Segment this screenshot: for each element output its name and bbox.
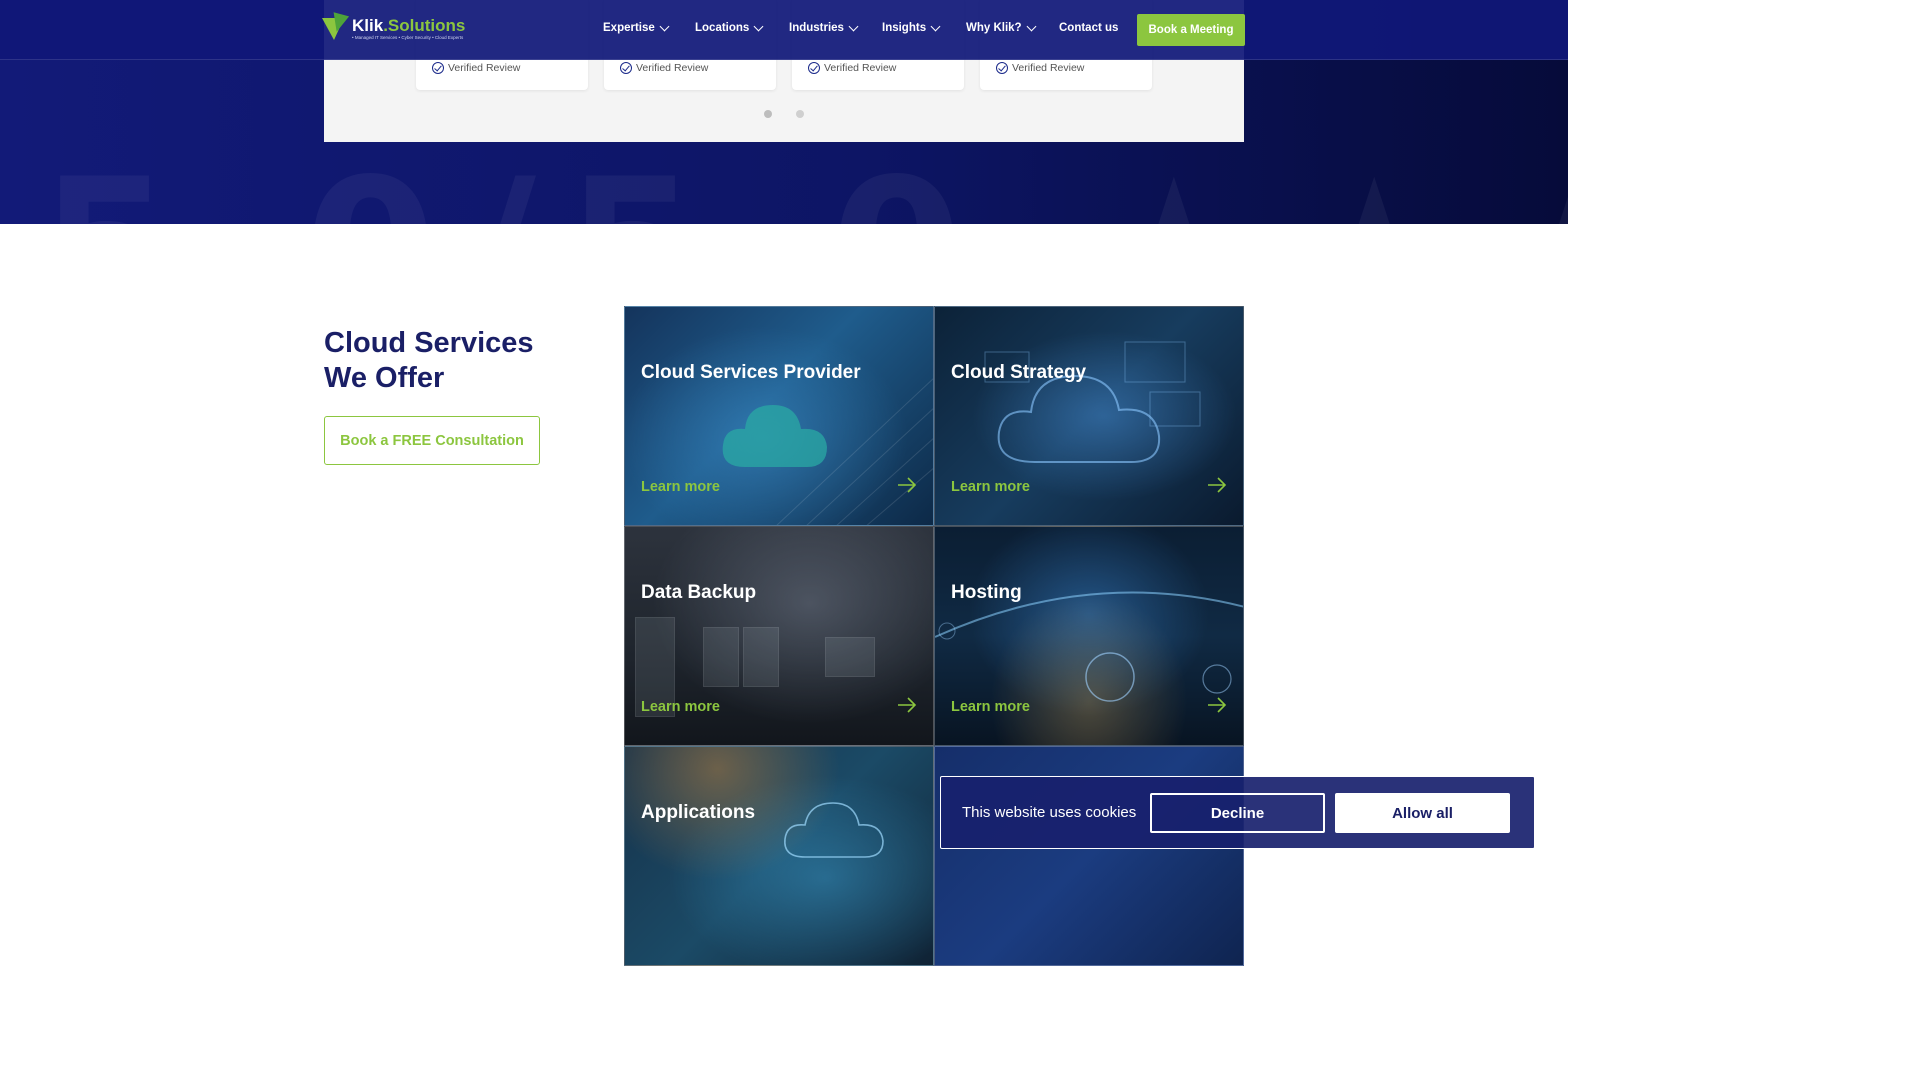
- nav-item-why-klik[interactable]: Why Klik?: [966, 21, 1037, 34]
- service-tile-hosting[interactable]: Hosting Learn more: [934, 526, 1244, 746]
- nav-label: Expertise: [603, 22, 655, 34]
- verified-label: Verified Review: [448, 62, 521, 74]
- arrow-right-icon: [898, 697, 917, 713]
- logo-tagline: • Managed IT Services • Cyber Security •…: [352, 34, 464, 40]
- server-rack-graphic: [743, 627, 779, 687]
- nav-item-expertise[interactable]: Expertise: [603, 21, 670, 34]
- arrow-right-icon: [1208, 697, 1227, 713]
- verified-badge: Verified Review: [432, 62, 520, 74]
- chevron-down-icon: [659, 21, 670, 31]
- chevron-down-icon: [1026, 21, 1037, 31]
- learn-more-link[interactable]: Learn more: [641, 479, 720, 495]
- tile-title: Hosting: [951, 582, 1022, 603]
- section-title-line-1: Cloud Services: [324, 327, 534, 359]
- site-header: Klik.Solutions • Managed IT Services • C…: [0, 0, 1568, 60]
- nav-item-industries[interactable]: Industries: [789, 21, 859, 34]
- nav-item-contact[interactable]: Contact us: [1059, 22, 1118, 34]
- cloud-icon: [784, 802, 884, 858]
- verified-badge: Verified Review: [620, 62, 708, 74]
- learn-more-link[interactable]: Learn more: [641, 699, 720, 715]
- service-tile-data-backup[interactable]: Data Backup Learn more: [624, 526, 934, 746]
- chevron-down-icon: [930, 21, 941, 31]
- nav-label: Industries: [789, 22, 844, 34]
- chevron-down-icon: [753, 21, 764, 31]
- cookie-message: This website uses cookies: [962, 804, 1137, 821]
- cloud-network-graphic: [984, 341, 1201, 463]
- check-circle-icon: [808, 62, 820, 74]
- nav-label: Locations: [695, 22, 750, 34]
- tile-title: Cloud Strategy: [951, 362, 1087, 383]
- verified-label: Verified Review: [824, 62, 897, 74]
- nav-item-insights[interactable]: Insights: [882, 21, 941, 34]
- server-rack-graphic: [825, 637, 875, 677]
- verified-badge: Verified Review: [996, 62, 1084, 74]
- arrow-right-icon: [1208, 477, 1227, 493]
- site-logo[interactable]: Klik.Solutions • Managed IT Services • C…: [322, 12, 466, 43]
- check-circle-icon: [620, 62, 632, 74]
- nav-item-locations[interactable]: Locations: [695, 21, 764, 34]
- tile-title: Cloud Services Provider: [641, 362, 861, 383]
- service-tile-cloud-strategy[interactable]: Cloud Strategy Learn more: [934, 306, 1244, 526]
- service-tile-cloud-services-provider[interactable]: Cloud Services Provider Learn more: [624, 306, 934, 526]
- check-circle-icon: [996, 62, 1008, 74]
- section-title-line-2: We Offer: [324, 362, 445, 394]
- cookie-banner: This website uses cookies Decline Allow …: [940, 776, 1535, 849]
- learn-more-link[interactable]: Learn more: [951, 479, 1030, 495]
- book-meeting-button[interactable]: Book a Meeting: [1137, 14, 1245, 46]
- carousel-dot-2[interactable]: [796, 110, 804, 118]
- nav-label: Why Klik?: [966, 22, 1022, 34]
- logo-mark-icon: [322, 12, 350, 42]
- learn-more-link[interactable]: Learn more: [951, 699, 1030, 715]
- arrow-right-icon: [898, 477, 917, 493]
- nav-label: Contact us: [1059, 22, 1119, 34]
- logo-word-white: Klik: [352, 15, 384, 35]
- decline-cookies-button[interactable]: Decline: [1150, 793, 1325, 833]
- check-circle-icon: [432, 62, 444, 74]
- background-rating-watermark: 5.0/5.0 ★★★★★: [40, 138, 1568, 224]
- section-title: Cloud Services We Offer: [324, 326, 534, 396]
- server-rack-graphic: [703, 627, 739, 687]
- verified-label: Verified Review: [1012, 62, 1085, 74]
- nav-label: Insights: [882, 22, 927, 34]
- verified-label: Verified Review: [636, 62, 709, 74]
- allow-all-cookies-button[interactable]: Allow all: [1335, 793, 1510, 833]
- tile-title: Applications: [641, 802, 756, 823]
- verified-badge: Verified Review: [808, 62, 896, 74]
- logo-word-green: .Solutions: [383, 15, 466, 35]
- chevron-down-icon: [848, 21, 859, 31]
- service-tile-applications[interactable]: Applications: [624, 746, 934, 966]
- tile-title: Data Backup: [641, 582, 757, 603]
- carousel-dot-1[interactable]: [764, 110, 772, 118]
- free-consultation-button[interactable]: Book a FREE Consultation: [324, 416, 540, 465]
